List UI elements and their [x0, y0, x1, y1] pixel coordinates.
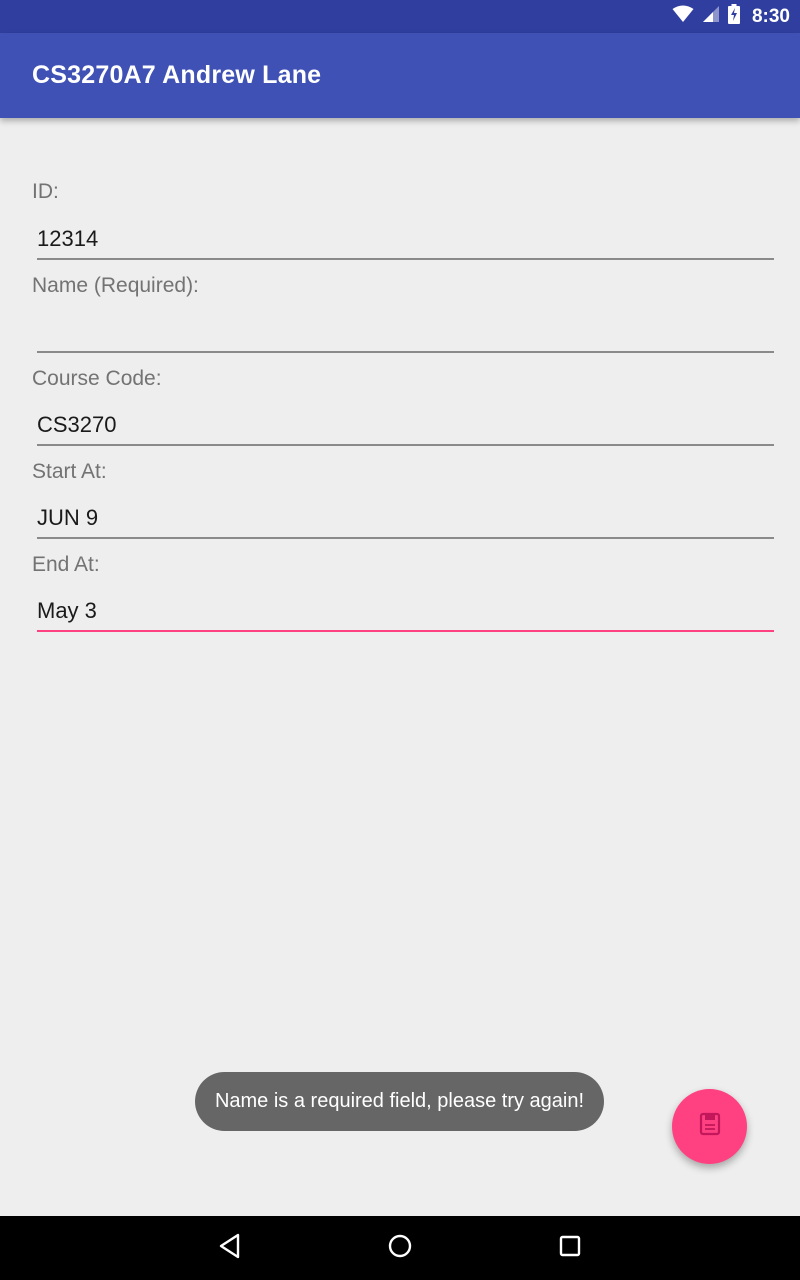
navigation-bar: [0, 1216, 800, 1280]
home-icon: [387, 1233, 413, 1264]
name-input[interactable]: [37, 313, 774, 353]
save-button[interactable]: [672, 1089, 747, 1164]
status-bar: 8:30: [0, 0, 800, 33]
home-button[interactable]: [360, 1216, 440, 1280]
name-label: Name (Required):: [32, 274, 199, 297]
status-icons: 8:30: [672, 0, 790, 33]
cellular-signal-icon: [702, 5, 720, 28]
back-icon: [218, 1233, 242, 1264]
wifi-icon: [672, 5, 694, 28]
end-at-label: End At:: [32, 553, 100, 576]
recents-icon: [558, 1234, 582, 1263]
end-at-input[interactable]: [37, 592, 774, 632]
course-code-label: Course Code:: [32, 367, 162, 390]
app-bar: CS3270A7 Andrew Lane: [0, 33, 800, 118]
back-button[interactable]: [190, 1216, 270, 1280]
course-code-input[interactable]: [37, 406, 774, 446]
start-at-input[interactable]: [37, 499, 774, 539]
status-time: 8:30: [751, 5, 790, 27]
start-at-label: Start At:: [32, 460, 107, 483]
battery-charging-icon: [727, 4, 740, 29]
app-title: CS3270A7 Andrew Lane: [32, 61, 322, 89]
id-label: ID:: [32, 180, 59, 203]
id-input[interactable]: [37, 220, 774, 260]
toast-message: Name is a required field, please try aga…: [195, 1072, 604, 1131]
save-icon: [698, 1112, 722, 1141]
recents-button[interactable]: [530, 1216, 610, 1280]
screen: 8:30 CS3270A7 Andrew Lane ID: Name (Requ…: [0, 0, 800, 1280]
